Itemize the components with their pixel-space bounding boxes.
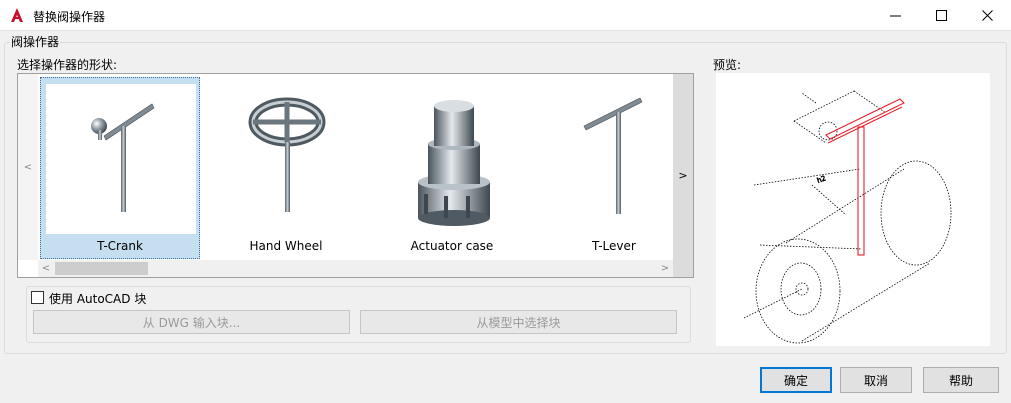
close-button[interactable] (965, 0, 1011, 31)
group-title: 阀操作器 (10, 33, 61, 50)
shape-tile-t-lever[interactable]: T-Lever (538, 77, 673, 259)
t-lever-icon (544, 84, 673, 234)
shape-tile-hand-wheel[interactable]: Hand Wheel (206, 77, 366, 259)
use-autocad-block-checkbox[interactable] (31, 291, 44, 304)
preview-label: 预览: (713, 58, 742, 72)
preview-pane: h2 (716, 73, 990, 346)
cancel-button[interactable]: 取消 (840, 367, 912, 393)
select-from-model-button[interactable]: 从模型中选择块 (360, 310, 677, 334)
gallery-prev-button[interactable]: < (18, 74, 38, 260)
svg-text:h2: h2 (816, 174, 827, 185)
use-autocad-block-label[interactable]: 使用 AutoCAD 块 (49, 290, 146, 307)
scrollbar-thumb[interactable] (55, 262, 148, 275)
title-bar: 替换阀操作器 (0, 0, 1011, 31)
maximize-icon (936, 10, 947, 21)
shape-select-label: 选择操作器的形状: (17, 58, 118, 72)
t-crank-icon (46, 84, 196, 234)
hand-wheel-icon (212, 84, 362, 234)
minimize-icon (890, 15, 901, 17)
close-icon (982, 10, 993, 21)
shape-gallery: < T-Crank Hand Wheel Actuator case T-Lev… (17, 73, 694, 278)
gallery-next-button[interactable]: > (673, 74, 693, 277)
maximize-button[interactable] (919, 0, 965, 31)
shape-tile-actuator-case[interactable]: Actuator case (372, 77, 532, 259)
import-from-dwg-button[interactable]: 从 DWG 输入块... (33, 310, 350, 334)
minimize-button[interactable] (873, 0, 919, 31)
scroll-left-icon[interactable]: < (38, 260, 54, 277)
help-button[interactable]: 帮助 (923, 367, 999, 393)
scroll-right-icon[interactable]: > (657, 260, 673, 277)
horizontal-scrollbar[interactable]: < > (38, 260, 673, 277)
tile-label: T-Crank (97, 239, 143, 253)
tile-label: Actuator case (410, 239, 494, 253)
tile-label: Hand Wheel (249, 239, 323, 253)
actuator-case-icon (378, 84, 528, 234)
window-title: 替换阀操作器 (33, 10, 106, 24)
tile-label: T-Lever (592, 239, 636, 253)
autocad-logo-icon (9, 7, 25, 23)
preview-drawing: h2 (743, 90, 952, 344)
shape-tile-t-crank[interactable]: T-Crank (40, 77, 200, 259)
ok-button[interactable]: 确定 (760, 367, 832, 393)
